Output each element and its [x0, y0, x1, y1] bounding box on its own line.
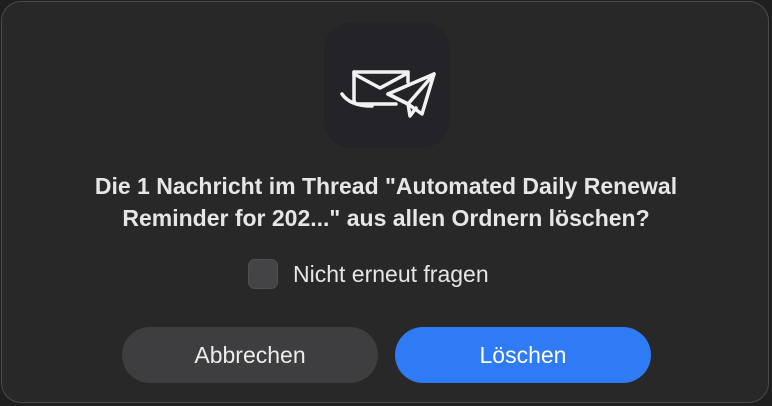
dont-ask-again-row[interactable]: Nicht erneut fragen [248, 258, 489, 290]
message-line-2: Reminder for 202..." aus allen Ordnern l… [122, 205, 650, 231]
dialog-message: Die 1 Nachricht im Thread "Automated Dai… [22, 170, 750, 234]
delete-button-label: Löschen [479, 341, 567, 368]
mail-app-icon [324, 22, 450, 148]
delete-confirmation-dialog: Die 1 Nachricht im Thread "Automated Dai… [1, 1, 769, 403]
dont-ask-again-label[interactable]: Nicht erneut fragen [293, 261, 489, 288]
dont-ask-again-checkbox[interactable] [248, 259, 278, 289]
cancel-button[interactable]: Abbrechen [122, 327, 378, 383]
delete-button[interactable]: Löschen [395, 327, 651, 383]
cancel-button-label: Abbrechen [194, 341, 306, 368]
message-line-1: Die 1 Nachricht im Thread "Automated Dai… [94, 173, 678, 199]
envelope-paper-plane-icon [340, 70, 436, 118]
